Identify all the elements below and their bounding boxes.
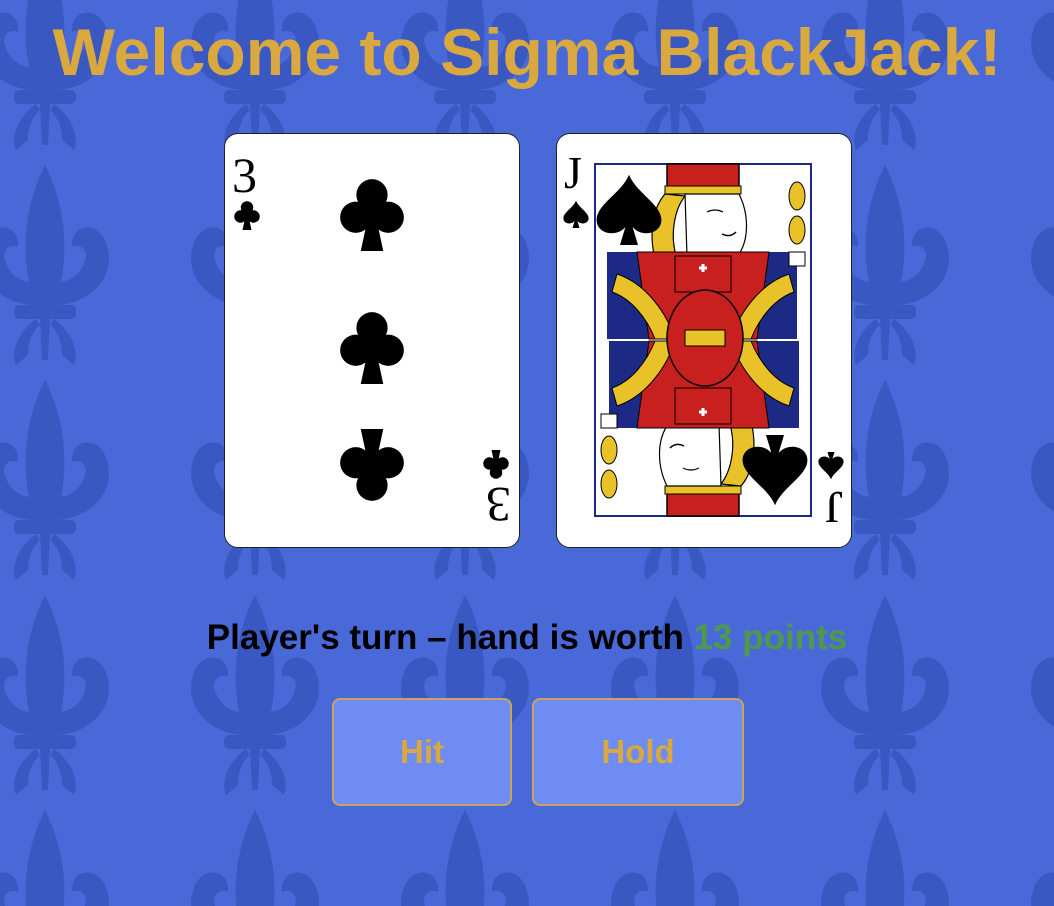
page-title: Welcome to Sigma BlackJack! [52, 15, 1002, 89]
hand-points: 13 points [693, 618, 848, 657]
card-rank-top: 3 [232, 147, 257, 203]
hand-status: Player's turn – hand is worth 13 points [0, 616, 1054, 660]
card-jack-of-spades: J J [556, 133, 852, 548]
card-rank-bottom: 3 [486, 477, 511, 533]
spade-suit-icon [563, 200, 589, 228]
club-pip-icon [340, 312, 404, 384]
club-suit-icon [234, 201, 260, 230]
status-text: Player's turn – hand is worth [206, 618, 694, 657]
hold-button[interactable]: Hold [532, 698, 744, 806]
card-three-of-clubs: 3 3 [224, 133, 520, 548]
card-rank-top: J [564, 147, 582, 198]
club-pip-icon [340, 179, 404, 251]
fleur-de-lis-background [0, 0, 1054, 906]
club-pip-icon [340, 429, 404, 501]
hit-button[interactable]: Hit [332, 698, 512, 806]
spade-suit-icon [818, 452, 844, 480]
card-rank-bottom: J [825, 482, 843, 533]
club-suit-icon [483, 450, 509, 479]
